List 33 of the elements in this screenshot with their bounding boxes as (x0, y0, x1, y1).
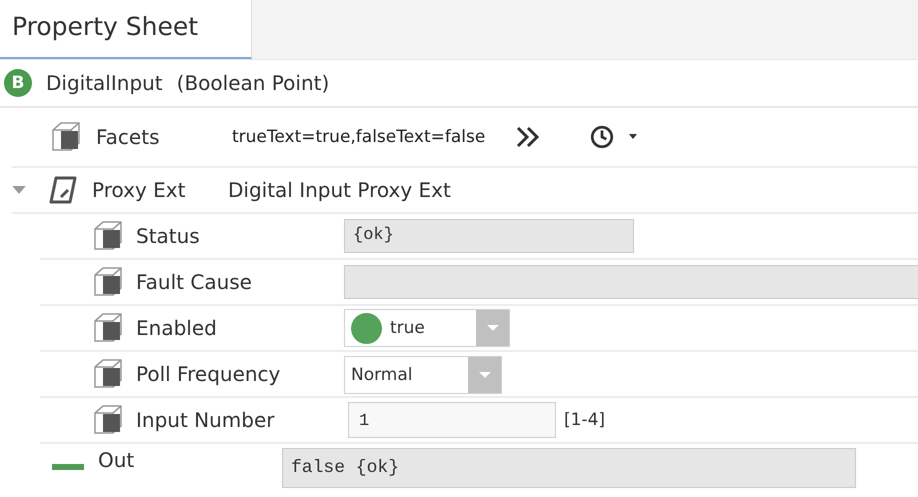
caret-icon (486, 324, 498, 332)
tab[interactable]: Property Sheet (0, 0, 252, 59)
number-field[interactable]: 1 (348, 402, 556, 438)
cube-icon (92, 266, 124, 298)
range-label: [1-4] (564, 410, 606, 430)
property-label: Status (136, 224, 201, 248)
object-name: DigitalInput (46, 71, 163, 95)
caret-icon (478, 372, 490, 378)
readonly-field: false {ok} (282, 448, 856, 488)
ext-type-label: Digital Input Proxy Ext (228, 178, 451, 202)
property-label: Poll Frequency (136, 362, 282, 386)
property-label: Enabled (136, 316, 218, 340)
boolean-badge-icon: B (4, 69, 32, 97)
dropdown[interactable]: Normal (344, 356, 502, 394)
property-label: Facets (96, 125, 160, 149)
caret-icon[interactable] (629, 134, 638, 140)
facets-value: trueText=true,falseText=false (232, 127, 486, 147)
cube-icon (92, 358, 124, 390)
cube-icon (50, 121, 82, 153)
clock-icon[interactable] (589, 124, 616, 150)
cube-icon (92, 404, 124, 436)
property-label: Input Number (136, 408, 276, 432)
out-slot-icon (52, 464, 84, 470)
property-label: Fault Cause (136, 270, 253, 294)
boolean-dropdown[interactable]: true (344, 309, 510, 347)
cube-icon (92, 220, 124, 252)
property-label: Out (98, 448, 136, 472)
ext-icon (48, 175, 78, 205)
readonly-field: {ok} (344, 219, 634, 253)
cube-icon (92, 312, 124, 344)
object-type: (Boolean Point) (176, 71, 330, 95)
expand-triangle-icon[interactable] (12, 186, 26, 194)
property-label: Proxy Ext (92, 178, 186, 202)
